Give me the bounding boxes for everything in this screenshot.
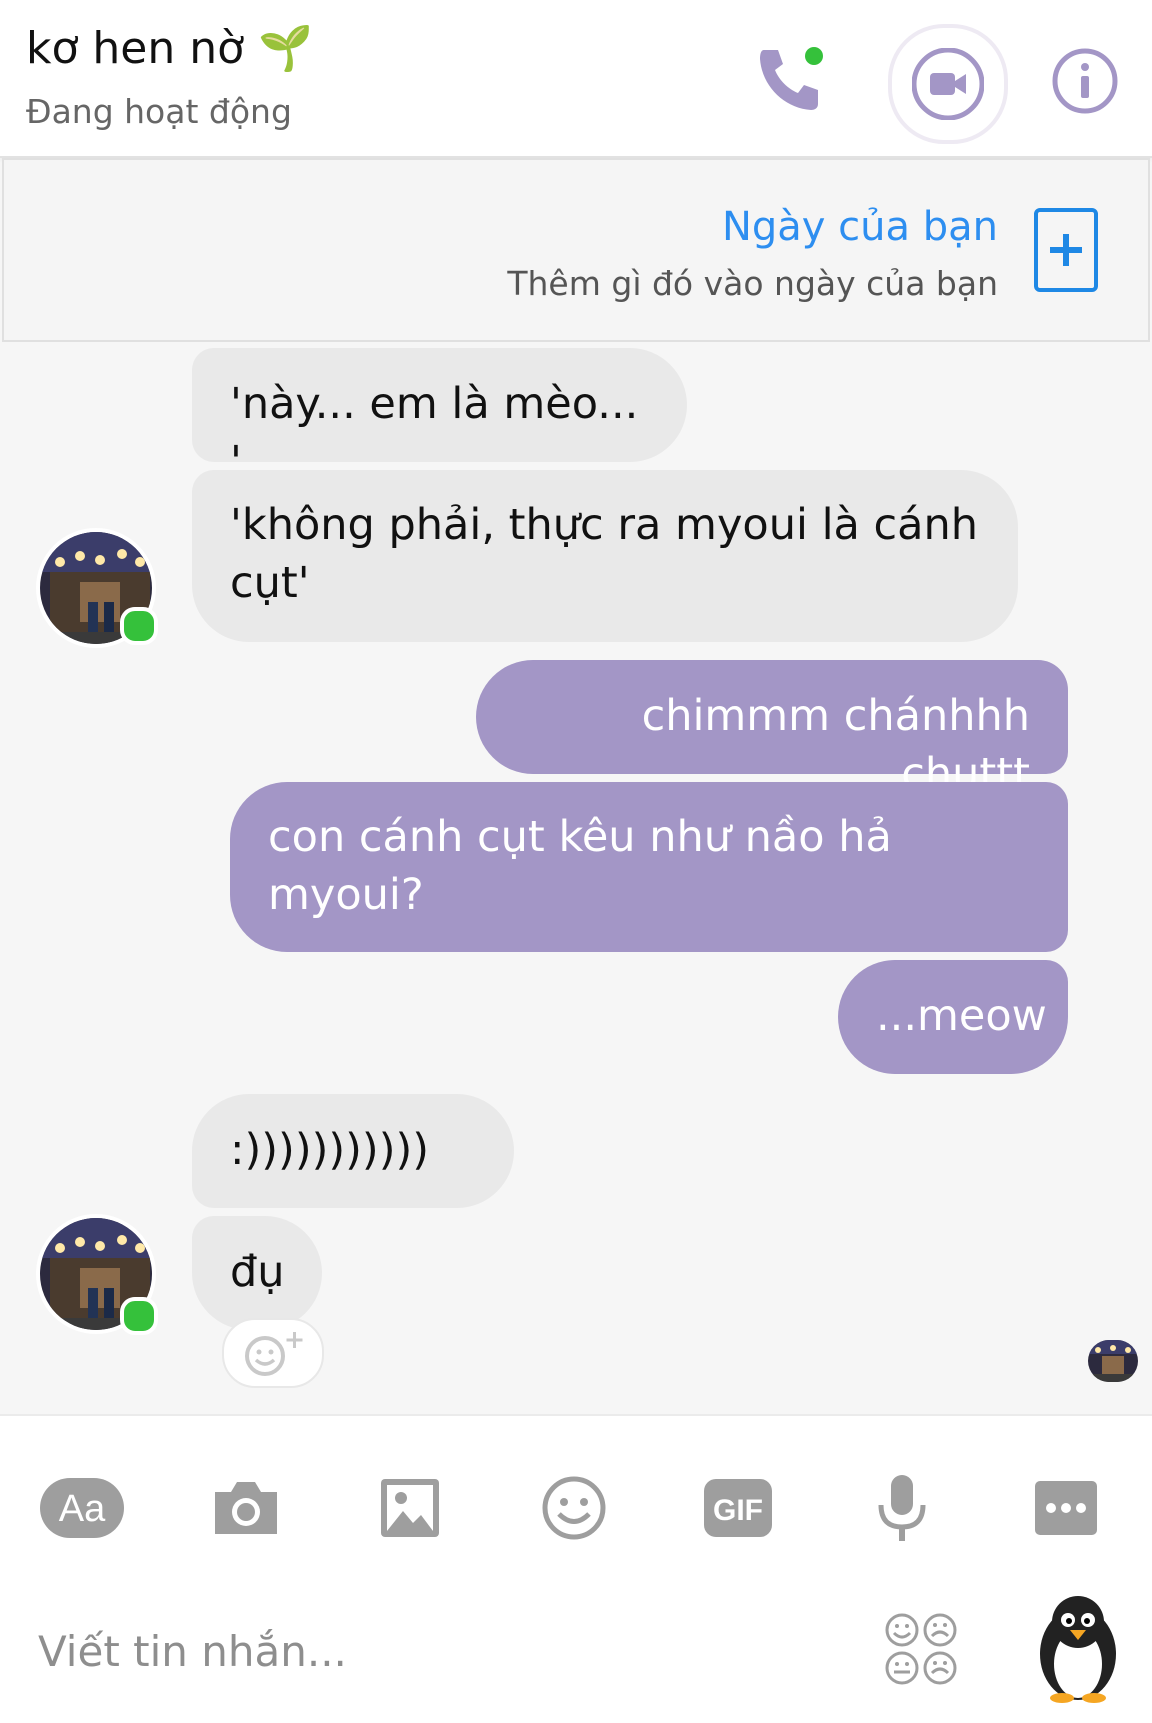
gallery-icon xyxy=(381,1479,439,1537)
text-format-label: Aa xyxy=(59,1488,106,1530)
message-bubble-received[interactable]: 'không phải, thực ra myoui là cánh cụt' xyxy=(192,470,1018,642)
contact-name[interactable]: kơ hen nờ 🌱 xyxy=(26,22,313,74)
online-indicator xyxy=(120,1297,158,1335)
add-to-day-button[interactable] xyxy=(1034,208,1098,292)
gallery-button[interactable] xyxy=(368,1466,452,1550)
gif-icon: GIF xyxy=(704,1479,772,1537)
sprout-emoji: 🌱 xyxy=(258,23,313,74)
info-button[interactable] xyxy=(1050,46,1120,116)
conversation-header: kơ hen nờ 🌱 Đang hoạt động xyxy=(0,0,1152,158)
emoji-button[interactable] xyxy=(532,1466,616,1550)
active-status: Đang hoạt động xyxy=(26,92,292,131)
video-camera-icon xyxy=(912,48,984,120)
call-button[interactable] xyxy=(750,40,830,120)
video-call-button[interactable] xyxy=(888,24,1008,144)
emoji-icon xyxy=(542,1476,606,1540)
info-icon xyxy=(1052,48,1118,114)
text-format-icon: Aa xyxy=(40,1478,124,1538)
online-indicator xyxy=(120,607,158,645)
your-day-subtitle: Thêm gì đó vào ngày của bạn xyxy=(507,264,998,303)
quick-sticker-button[interactable] xyxy=(1030,1584,1126,1704)
message-input[interactable] xyxy=(38,1606,858,1696)
add-reaction-button[interactable] xyxy=(222,1318,324,1388)
message-bubble-received[interactable]: :))))))))))) xyxy=(192,1094,514,1208)
gif-label: GIF xyxy=(713,1494,763,1527)
gif-button[interactable]: GIF xyxy=(696,1466,780,1550)
phone-icon xyxy=(760,47,823,110)
penguin-sticker-icon xyxy=(1040,1596,1116,1703)
emoji-grid-button[interactable] xyxy=(882,1610,962,1690)
microphone-icon xyxy=(878,1475,926,1541)
camera-icon xyxy=(215,1482,277,1534)
your-day-panel[interactable]: Ngày của bạn Thêm gì đó vào ngày của bạn xyxy=(2,158,1150,342)
your-day-title[interactable]: Ngày của bạn xyxy=(722,204,998,250)
more-icon xyxy=(1035,1481,1097,1535)
seen-indicator-avatar xyxy=(1088,1340,1138,1382)
message-bubble-sent[interactable]: con cánh cụt kêu như nầo hả myoui? xyxy=(230,782,1068,952)
message-bubble-sent[interactable]: chimmm chánhhh chụttt xyxy=(476,660,1068,799)
message-bubble-sent[interactable]: ...meow xyxy=(838,960,1068,1074)
voice-record-button[interactable] xyxy=(860,1466,944,1550)
camera-button[interactable] xyxy=(204,1466,288,1550)
message-bubble-received[interactable]: đụ xyxy=(192,1216,322,1330)
text-format-button[interactable]: Aa xyxy=(40,1466,124,1550)
plus-icon xyxy=(1050,234,1082,266)
more-options-button[interactable] xyxy=(1024,1466,1108,1550)
message-bubble-received[interactable]: 'này... em là mèo... ' xyxy=(192,348,687,487)
composer: Aa GIF xyxy=(0,1414,1152,1723)
add-reaction-icon xyxy=(245,1332,303,1376)
emoji-grid-icon xyxy=(885,1613,957,1685)
